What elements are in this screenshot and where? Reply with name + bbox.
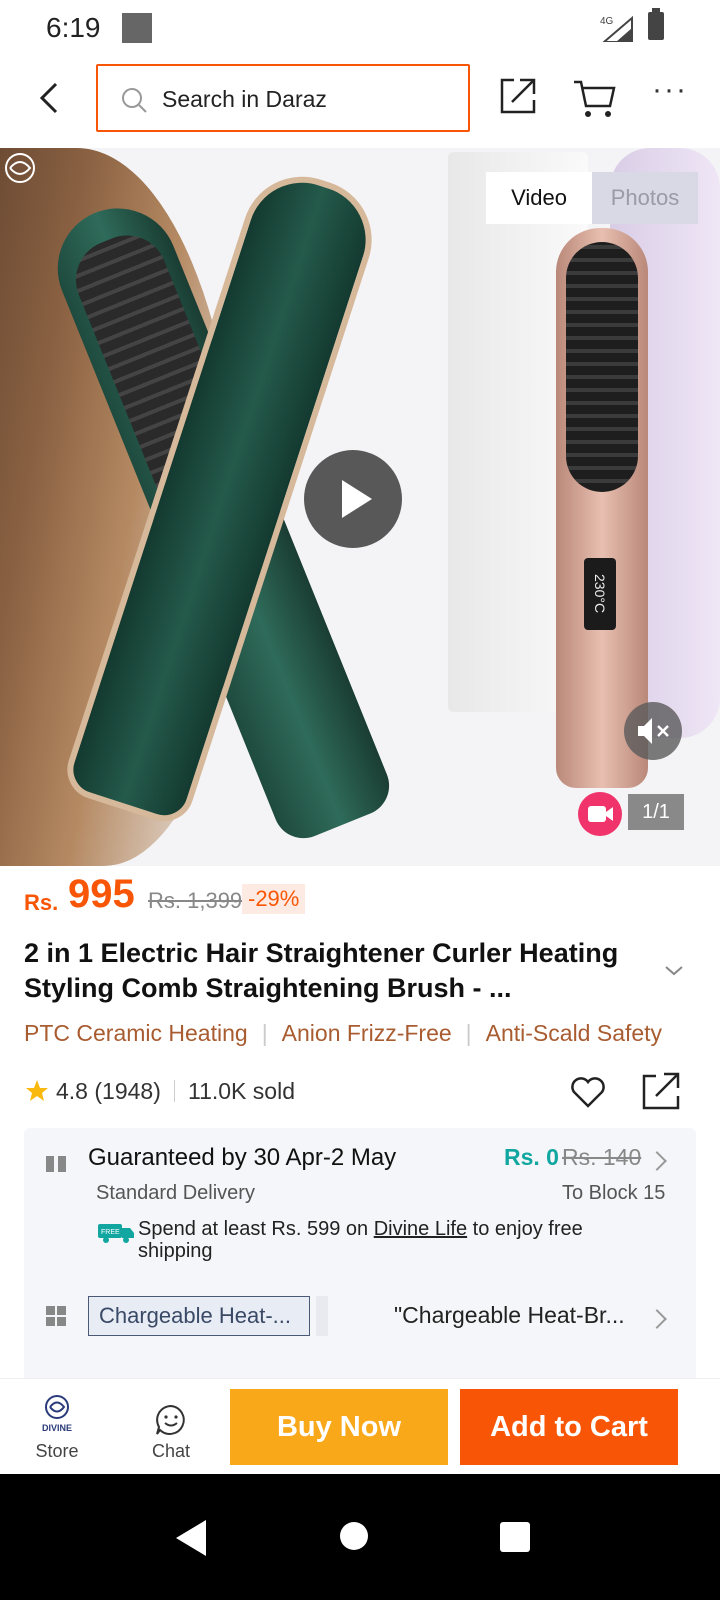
nav-recents-icon[interactable]	[500, 1522, 530, 1552]
chat-label: Chat	[151, 1441, 191, 1461]
sold-count: 11.0K sold	[188, 1078, 295, 1104]
price-value: 995	[68, 872, 135, 916]
price-currency: Rs.	[24, 890, 59, 915]
nav-home-icon[interactable]	[340, 1522, 368, 1550]
variant-selected[interactable]: "Chargeable Heat-Br...	[394, 1302, 625, 1329]
free-shipping-text: Spend at least Rs. 599 on Divine Life to…	[138, 1218, 658, 1262]
divider	[174, 1080, 175, 1102]
back-arrow-icon[interactable]	[30, 76, 70, 120]
share-icon[interactable]	[496, 74, 540, 118]
store-logo-icon	[45, 1395, 69, 1419]
play-icon[interactable]	[304, 450, 402, 548]
delivery-box-icon	[46, 1152, 66, 1172]
store-label: Store	[35, 1441, 79, 1461]
store-button[interactable]: DIVINE Store	[22, 1391, 92, 1467]
rating-count: (1948)	[94, 1078, 161, 1104]
delivery-card[interactable]: Guaranteed by 30 Apr-2 May Rs. 0 Rs. 140…	[24, 1128, 696, 1382]
status-bar: 6:19 4G	[0, 0, 720, 56]
add-to-cart-button[interactable]: Add to Cart	[460, 1389, 678, 1465]
price-row: Rs. 995 Rs. 1,399 -29%	[24, 872, 704, 922]
chevron-right-icon[interactable]	[647, 1309, 667, 1329]
tag-anion: Anion Frizz-Free	[281, 1020, 452, 1046]
header: Search in Daraz ···	[0, 56, 720, 146]
feature-tags: PTC Ceramic Heating | Anion Frizz-Free |…	[24, 1020, 704, 1047]
chat-button[interactable]: Chat	[138, 1391, 204, 1467]
cart-icon[interactable]	[572, 76, 618, 120]
brand-watermark-icon	[5, 153, 35, 183]
network-type: 4G	[600, 16, 614, 27]
share-icon[interactable]	[640, 1070, 682, 1112]
tag-ptc-ceramic: PTC Ceramic Heating	[24, 1020, 248, 1046]
tag-separator: |	[261, 1020, 268, 1046]
product-media[interactable]: 230°C Video Photos 1/1	[0, 148, 720, 866]
free-shipping-truck-icon: FREE	[98, 1224, 134, 1243]
search-input[interactable]: Search in Daraz	[96, 64, 470, 132]
rating-score: 4.8	[56, 1078, 88, 1104]
delivery-method: Standard Delivery	[96, 1182, 255, 1204]
tag-anti-scald: Anti-Scald Safety	[485, 1020, 663, 1046]
free-shipping-prefix: Spend at least Rs. 599 on	[138, 1218, 374, 1240]
rating-value[interactable]: 4.8 (1948)	[56, 1078, 161, 1105]
mute-icon[interactable]	[624, 702, 682, 760]
store-logo-text: DIVINE	[41, 1423, 72, 1433]
search-icon	[122, 88, 147, 113]
chat-icon	[156, 1404, 185, 1435]
tab-photos[interactable]: Photos	[592, 172, 698, 224]
media-tabs: Video Photos	[486, 172, 698, 224]
temperature-display: 230°C	[584, 558, 616, 630]
buy-now-button[interactable]: Buy Now	[230, 1389, 448, 1465]
discount-badge: -29%	[242, 884, 306, 914]
signal-icon: 4G	[600, 15, 633, 42]
pink-brush-image: 230°C	[556, 228, 648, 788]
notification-icon	[122, 13, 152, 43]
tag-separator: |	[465, 1020, 472, 1046]
delivery-fee: Rs. 0	[504, 1144, 559, 1170]
free-badge-text: FREE	[101, 1229, 120, 1236]
store-link[interactable]: Divine Life	[374, 1218, 467, 1240]
more-icon[interactable]: ···	[652, 75, 692, 114]
action-bar: DIVINE Store Chat Buy Now Add to Cart	[0, 1378, 720, 1474]
variant-chip[interactable]: Chargeable Heat-...	[88, 1296, 310, 1336]
rating-row: 4.8 (1948) 11.0K sold	[24, 1072, 684, 1114]
variant-grid-icon	[46, 1306, 66, 1326]
tab-video[interactable]: Video	[486, 172, 592, 224]
video-camera-icon	[578, 792, 622, 836]
page-indicator: 1/1	[628, 794, 684, 830]
chevron-down-icon[interactable]	[662, 958, 686, 982]
chevron-right-icon[interactable]	[647, 1151, 667, 1171]
variant-chip-more[interactable]	[316, 1296, 328, 1336]
product-title: 2 in 1 Electric Hair Straightener Curler…	[24, 938, 619, 1003]
nav-back-icon[interactable]	[176, 1520, 206, 1556]
system-nav-bar	[0, 1474, 720, 1600]
delivery-location: To Block 15	[562, 1182, 666, 1204]
search-placeholder: Search in Daraz	[162, 86, 327, 112]
original-price: Rs. 1,399	[148, 888, 243, 913]
delivery-guarantee: Guaranteed by 30 Apr-2 May	[88, 1144, 397, 1171]
battery-icon	[648, 8, 664, 40]
heart-icon[interactable]	[568, 1072, 608, 1112]
delivery-fee-original: Rs. 140	[562, 1144, 642, 1170]
star-icon	[26, 1080, 48, 1101]
status-time: 6:19	[46, 12, 101, 43]
